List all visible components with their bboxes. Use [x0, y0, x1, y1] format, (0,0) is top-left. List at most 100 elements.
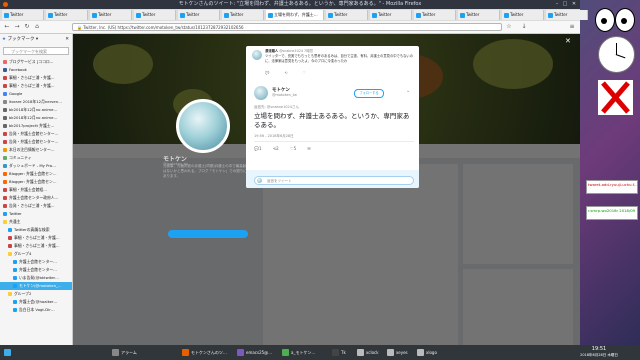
- bookmark-item[interactable]: 事細・弁護士会館組…: [0, 186, 72, 194]
- taskbar-item[interactable]: モトケンさんのツ…: [180, 346, 230, 359]
- reply-time[interactable]: 7時間: [304, 49, 313, 53]
- window-menu-icon[interactable]: [3, 2, 8, 7]
- taskbar-item[interactable]: xclock: [355, 346, 383, 359]
- bookmark-item[interactable]: 告発・弁護士会館センター…: [0, 138, 72, 146]
- sidebar-header[interactable]: ★ ブックマーク ▾ ✕: [2, 36, 70, 44]
- maximize-button[interactable]: □: [561, 0, 569, 9]
- bookmark-tree-item[interactable]: モトケン(@motoken_…: [0, 282, 72, 290]
- back-button[interactable]: ←: [3, 23, 11, 31]
- bookmark-tree-item[interactable]: 弁護士会館センター…: [0, 258, 72, 266]
- tweet-to-button[interactable]: [168, 230, 248, 238]
- reply-author-handle[interactable]: @snabne1024: [279, 49, 303, 53]
- taskbar-item[interactable]: xlogo: [415, 346, 443, 359]
- taskbar-item[interactable]: a_モトケン…: [280, 346, 320, 359]
- dm-icon[interactable]: ✉: [307, 146, 310, 151]
- follow-button[interactable]: フォローする: [354, 89, 384, 98]
- bookmark-item[interactable]: Facebook: [0, 66, 72, 74]
- twitter-icon: [416, 12, 421, 18]
- minimize-button[interactable]: –: [553, 0, 561, 9]
- bookmark-item[interactable]: コミュニティ: [0, 154, 72, 162]
- chevron-down-icon: ▾: [35, 37, 39, 42]
- taskbar-item[interactable]: xeyes: [385, 346, 413, 359]
- bookmark-item[interactable]: Google: [0, 90, 72, 98]
- bookmark-item[interactable]: bk2017projectt 弁護士…: [0, 122, 72, 130]
- bookmark-tree-item[interactable]: 事細・さらば三浦・弁護…: [0, 234, 72, 242]
- tweet-timestamp[interactable]: 19:56 - 2018年6月28日: [254, 134, 294, 139]
- tab-12[interactable]: Twitter: [546, 10, 588, 20]
- tab-7[interactable]: Twitter: [326, 10, 368, 20]
- start-menu-button[interactable]: [2, 346, 14, 359]
- bookmark-tree-item[interactable]: 告白日本 Vogt-Dir…: [0, 306, 72, 314]
- bookmark-tree-item[interactable]: 共通主: [0, 218, 72, 226]
- bookmark-tree-item[interactable]: グループ4: [0, 250, 72, 258]
- home-button[interactable]: ⌂: [33, 23, 41, 31]
- bookmark-tree-item[interactable]: 弁護士会館センター…: [0, 266, 72, 274]
- bookmark-tree-item[interactable]: Twitterの真贋な検索: [0, 226, 72, 234]
- bookmark-item[interactable]: 告発・さらば三浦・弁護…: [0, 202, 72, 210]
- tab-9[interactable]: Twitter: [414, 10, 456, 20]
- tab-8[interactable]: Twitter: [370, 10, 412, 20]
- tab-6[interactable]: 立場を問わず、弁護士…: [266, 10, 324, 20]
- taskbar-label: xeyes: [396, 350, 408, 355]
- tab-10[interactable]: Twitter: [458, 10, 500, 20]
- taskbar-label: emacs25@…: [246, 350, 273, 355]
- bookmark-tree-item[interactable]: 弁護士会(@hoaiker…: [0, 298, 72, 306]
- like-icon[interactable]: ♡: [303, 71, 306, 75]
- bookmark-search-input[interactable]: ブックマークを検索: [3, 47, 69, 55]
- favicon-icon: [3, 148, 7, 152]
- bookmark-item[interactable]: bk2018年12月no anime…: [0, 106, 72, 114]
- reply-author-avatar[interactable]: [252, 50, 262, 60]
- retweet-icon[interactable]: ⟲: [284, 71, 287, 75]
- reply-input[interactable]: 返信をツイート: [254, 176, 414, 185]
- close-modal-icon[interactable]: ✕: [565, 37, 571, 45]
- bookmark-tree-item[interactable]: Twitter: [0, 210, 72, 218]
- tab-11[interactable]: Twitter: [502, 10, 544, 20]
- forward-button[interactable]: →: [13, 23, 21, 31]
- bookmark-tree-item[interactable]: いま告発(@bktwiter…: [0, 274, 72, 282]
- bookmark-item[interactable]: 事細・さらば三浦・弁護…: [0, 82, 72, 90]
- bookmark-item[interactable]: itorare 2018年12月nerven…: [0, 98, 72, 106]
- reply-icon[interactable]: 💬: [265, 71, 269, 75]
- url-bar[interactable]: 🔒 Twitter, Inc. (US) https://twitter.com…: [72, 23, 502, 31]
- tab-5[interactable]: Twitter: [222, 10, 264, 20]
- tab-1[interactable]: Twitter: [46, 10, 88, 20]
- sticky-note[interactable]: r.smrp-wo2018r 2018/09: [586, 206, 638, 220]
- sticky-note-text: twaret-add-ryuuji-uchu.f…: [588, 182, 638, 187]
- lock-icon: 🔒: [77, 25, 82, 30]
- sticky-note[interactable]: twaret-add-ryuuji-uchu.f…: [586, 180, 638, 194]
- more-options-icon[interactable]: ⌄: [406, 88, 410, 94]
- taskbar-item[interactable]: emacs25@…: [235, 346, 275, 359]
- twitter-icon: [13, 260, 17, 264]
- downloads-button[interactable]: ↓: [520, 23, 528, 31]
- system-clock[interactable]: 19:51 2018年6月28日 木曜日: [560, 346, 638, 358]
- menu-button[interactable]: ≡: [568, 23, 576, 31]
- close-button[interactable]: ✕: [570, 0, 578, 9]
- author-handle[interactable]: @motoken_tw: [272, 93, 297, 97]
- reply-author-name[interactable]: 漂流職人: [265, 49, 278, 53]
- reload-button[interactable]: ↻: [23, 23, 31, 31]
- bookmark-item[interactable]: ブログサービス [ココロ…: [0, 58, 72, 66]
- bookmark-item[interactable]: 告発・弁護士会館センター…: [0, 130, 72, 138]
- bookmark-star-icon[interactable]: ☆: [505, 23, 513, 31]
- bookmark-item[interactable]: 本日の注目情報センター…: [0, 146, 72, 154]
- tab-label: Twitter: [186, 12, 200, 17]
- tab-2[interactable]: Twitter: [90, 10, 132, 20]
- profile-avatar[interactable]: [176, 99, 230, 153]
- bookmark-item[interactable]: Blogger: 弁護士会館セン…: [0, 170, 72, 178]
- bookmark-item[interactable]: bk2018年12月no anime…: [0, 114, 72, 122]
- bookmark-tree-item[interactable]: グループ2: [0, 290, 72, 298]
- bookmark-item[interactable]: 事細・さらば三浦・弁護…: [0, 74, 72, 82]
- tab-4[interactable]: Twitter: [178, 10, 220, 20]
- bookmark-item[interactable]: ダッシュボード - My Pro…: [0, 162, 72, 170]
- favicon-icon: [3, 196, 7, 200]
- bookmark-item[interactable]: Blogger: 弁護士会館セン…: [0, 178, 72, 186]
- bookmark-tree-item[interactable]: 事細・さらば三浦・弁護…: [0, 242, 72, 250]
- replying-to[interactable]: 返信先: @snabne1024さん: [254, 105, 299, 110]
- taskbar-item[interactable]: Tk: [330, 346, 352, 359]
- taskbar-item[interactable]: アラーム: [110, 346, 170, 359]
- close-sidebar-icon[interactable]: ✕: [65, 36, 69, 44]
- tab-3[interactable]: Twitter: [134, 10, 176, 20]
- author-avatar[interactable]: [254, 86, 268, 100]
- tab-0[interactable]: Twitter: [2, 10, 44, 20]
- bookmark-item[interactable]: 弁護士会館センター政府人…: [0, 194, 72, 202]
